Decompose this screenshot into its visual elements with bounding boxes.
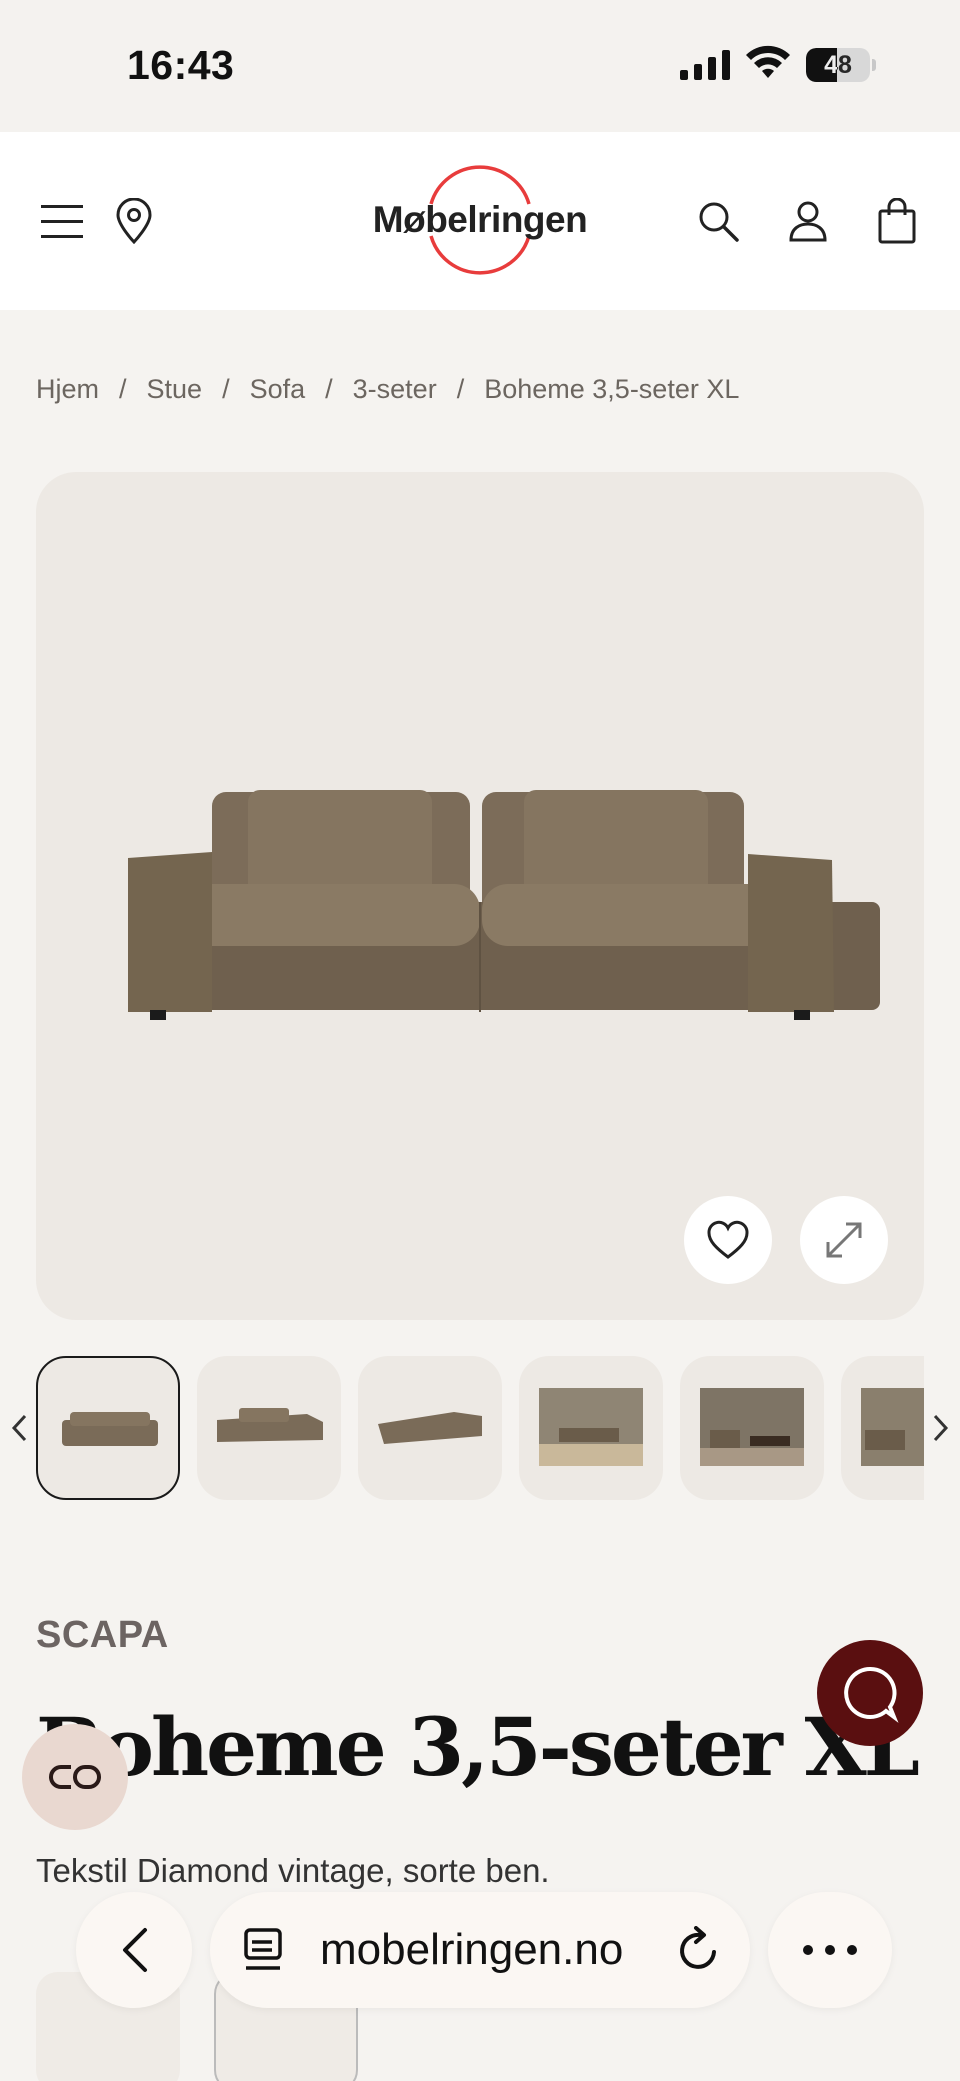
breadcrumb-item-stue[interactable]: Stue <box>147 374 203 405</box>
address-bar[interactable]: mobelringen.no <box>210 1892 750 2008</box>
thumbnails-next-button[interactable] <box>926 1408 956 1448</box>
compare-icon <box>49 1765 101 1789</box>
url-text: mobelringen.no <box>320 1925 624 1974</box>
chevron-right-icon <box>933 1414 949 1442</box>
breadcrumb-separator: / <box>456 374 465 404</box>
sofa-image <box>128 790 880 1020</box>
battery-level: 48 <box>824 51 852 79</box>
breadcrumb-separator: / <box>119 374 127 404</box>
breadcrumb-item-current: Boheme 3,5-seter XL <box>484 374 740 404</box>
expand-icon <box>826 1222 862 1258</box>
battery-icon: 48 <box>806 48 876 82</box>
site-logo[interactable]: Møbelringen <box>360 164 600 276</box>
cellular-signal-icon <box>680 50 730 80</box>
thumbnail[interactable] <box>841 1356 924 1500</box>
tabs-icon <box>244 1928 282 1970</box>
compare-button[interactable] <box>22 1724 128 1830</box>
thumbnail[interactable] <box>197 1356 341 1500</box>
cart-icon[interactable] <box>867 132 927 310</box>
browser-more-button[interactable] <box>768 1892 892 2008</box>
back-icon <box>123 1928 147 1972</box>
logo-text: Møbelringen <box>372 199 588 240</box>
status-bar: 16:43 48 <box>0 0 960 132</box>
thumbnail[interactable] <box>519 1356 663 1500</box>
account-icon[interactable] <box>778 132 838 310</box>
breadcrumb-separator: / <box>325 374 333 404</box>
thumbnail[interactable] <box>680 1356 824 1500</box>
thumbnail-strip <box>36 1356 924 1500</box>
chevron-left-icon <box>11 1414 27 1442</box>
menu-icon[interactable] <box>32 132 92 310</box>
breadcrumb: Hjem / Stue / Sofa / 3-seter / Boheme 3,… <box>36 374 739 405</box>
breadcrumb-item-3-seter[interactable]: 3-seter <box>353 374 437 405</box>
search-icon[interactable] <box>688 132 748 310</box>
thumbnail[interactable] <box>358 1356 502 1500</box>
product-title: Boheme 3,5-seter XL <box>36 1700 920 1794</box>
site-header: Møbelringen <box>0 132 960 310</box>
thumbnails-prev-button[interactable] <box>4 1408 34 1448</box>
favorite-button[interactable] <box>684 1196 772 1284</box>
product-main-image[interactable] <box>36 472 924 1320</box>
chat-icon <box>844 1666 899 1723</box>
wifi-icon <box>746 45 790 78</box>
thumbnail[interactable] <box>36 1356 180 1500</box>
breadcrumb-item-hjem[interactable]: Hjem <box>36 374 99 405</box>
product-brand[interactable]: SCAPA <box>36 1614 169 1657</box>
clock: 16:43 <box>127 42 235 88</box>
reload-icon[interactable] <box>676 1926 722 1974</box>
breadcrumb-item-sofa[interactable]: Sofa <box>250 374 306 405</box>
breadcrumb-separator: / <box>222 374 230 404</box>
browser-back-button[interactable] <box>76 1892 192 2008</box>
browser-toolbar: mobelringen.no <box>0 1880 960 2030</box>
fullscreen-button[interactable] <box>800 1196 888 1284</box>
heart-icon <box>707 1220 749 1259</box>
location-pin-icon[interactable] <box>104 132 164 310</box>
chat-button[interactable] <box>817 1640 923 1746</box>
more-icon <box>803 1945 857 1955</box>
